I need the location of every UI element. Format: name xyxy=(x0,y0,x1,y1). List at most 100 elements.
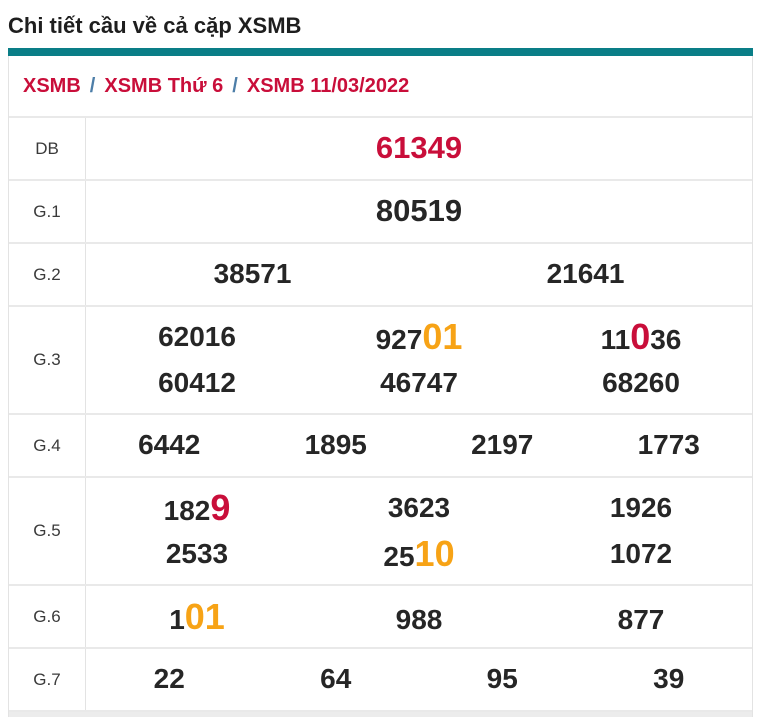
row-label-g3: G.3 xyxy=(9,307,86,413)
row-values-g4: 6442 1895 2197 1773 xyxy=(86,415,752,476)
digits: 1 xyxy=(169,603,185,635)
digits: 39 xyxy=(653,663,685,695)
digits: 21641 xyxy=(546,258,625,290)
digits: 2197 xyxy=(471,429,534,461)
prize-number: 101 xyxy=(86,596,308,637)
digits: 22 xyxy=(153,663,185,695)
prize-number: 1829 xyxy=(86,488,308,528)
breadcrumb-link-2[interactable]: XSMB Thứ 6 xyxy=(104,75,223,98)
digits: 61349 xyxy=(375,130,463,166)
value-line: 80519 xyxy=(86,194,752,228)
next-section-strip xyxy=(9,712,752,717)
value-line: 1829 3623 1926 xyxy=(86,485,752,531)
prize-number: 64 xyxy=(253,663,420,695)
accent-bar xyxy=(8,48,753,56)
row-label-db: DB xyxy=(9,118,86,179)
prize-number: 39 xyxy=(586,663,753,695)
digits: 68260 xyxy=(602,366,680,398)
prize-number: 38571 xyxy=(86,258,419,290)
value-line: 101 988 877 xyxy=(86,596,752,637)
prize-row-g3: G.3 62016 92701 11036 60412 46747 68260 xyxy=(9,307,752,415)
digits: 988 xyxy=(395,603,443,635)
row-values-g5: 1829 3623 1926 2533 2510 1072 xyxy=(86,478,752,584)
prize-number: 61349 xyxy=(86,131,752,165)
prize-number: 1773 xyxy=(586,429,753,461)
digits: 80519 xyxy=(375,193,463,229)
digits: 877 xyxy=(617,603,665,635)
digits: 2533 xyxy=(165,537,229,569)
value-line: 6442 1895 2197 1773 xyxy=(86,429,753,461)
value-line: 60412 46747 68260 xyxy=(86,360,752,406)
row-values-g3: 62016 92701 11036 60412 46747 68260 xyxy=(86,307,752,413)
row-label-g5: G.5 xyxy=(9,478,86,584)
prize-number: 2197 xyxy=(419,429,586,461)
highlighted-digits: 0 xyxy=(630,316,651,358)
prize-number: 21641 xyxy=(419,258,752,290)
row-values-db: 61349 xyxy=(86,118,752,179)
highlighted-digits: 01 xyxy=(422,316,463,358)
prize-number: 3623 xyxy=(308,491,530,524)
digits: 1072 xyxy=(609,537,673,569)
prize-row-g7: G.7 22 64 95 39 xyxy=(9,649,752,712)
value-line: 2533 2510 1072 xyxy=(86,531,752,577)
prize-row-db: DB 61349 xyxy=(9,118,752,181)
row-label-g1: G.1 xyxy=(9,181,86,242)
row-label-g4: G.4 xyxy=(9,415,86,476)
row-values-g6: 101 988 877 xyxy=(86,586,752,647)
prize-number: 1072 xyxy=(530,537,752,570)
prize-number: 95 xyxy=(419,663,586,695)
prize-row-g1: G.1 80519 xyxy=(9,181,752,244)
prize-number: 2533 xyxy=(86,537,308,570)
digits: 25 xyxy=(383,541,415,573)
lottery-results-table: XSMB / XSMB Thứ 6 / XSMB 11/03/2022 DB 61349 G… xyxy=(8,56,753,717)
digits: 182 xyxy=(163,495,211,527)
prize-number: 877 xyxy=(530,603,752,636)
highlighted-digits: 10 xyxy=(414,533,455,575)
row-label-g7: G.7 xyxy=(9,649,86,710)
prize-row-g6: G.6 101 988 877 xyxy=(9,586,752,649)
prize-number: 22 xyxy=(86,663,253,695)
digits: 1895 xyxy=(304,429,367,461)
prize-number: 46747 xyxy=(308,366,530,399)
prize-rows: DB 61349 G.1 80519 G.2 38571 21641 G.3 62016 9270… xyxy=(9,118,752,712)
value-line: 62016 92701 11036 xyxy=(86,314,752,360)
prize-number: 6442 xyxy=(86,429,253,461)
prize-row-g4: G.4 6442 1895 2197 1773 xyxy=(9,415,752,478)
prize-number: 2510 xyxy=(308,534,530,574)
row-values-g1: 80519 xyxy=(86,181,752,242)
prize-number: 68260 xyxy=(530,366,752,399)
row-values-g2: 38571 21641 xyxy=(86,244,752,305)
digits: 1926 xyxy=(609,491,673,523)
prize-number: 92701 xyxy=(308,317,530,357)
digits: 11 xyxy=(600,324,631,356)
page: Chi tiết cầu về cả cặp XSMB XSMB / XSMB Th… xyxy=(0,0,761,717)
breadcrumb-link-3[interactable]: XSMB 11/03/2022 xyxy=(247,75,409,98)
digits: 62016 xyxy=(158,320,236,352)
digits: 46747 xyxy=(380,366,458,398)
prize-row-g5: G.5 1829 3623 1926 2533 2510 1072 xyxy=(9,478,752,586)
digits: 927 xyxy=(375,324,423,356)
prize-number: 60412 xyxy=(86,366,308,399)
breadcrumb-separator: / xyxy=(89,74,96,97)
row-label-g2: G.2 xyxy=(9,244,86,305)
digits: 60412 xyxy=(158,366,236,398)
digits: 6442 xyxy=(138,429,201,461)
digits: 3623 xyxy=(387,491,451,523)
row-label-g6: G.6 xyxy=(9,586,86,647)
breadcrumb-separator: / xyxy=(232,74,238,97)
value-line: 61349 xyxy=(86,131,752,165)
row-values-g7: 22 64 95 39 xyxy=(86,649,752,710)
prize-number: 1895 xyxy=(253,429,420,461)
prize-row-g2: G.2 38571 21641 xyxy=(9,244,752,307)
prize-number: 1926 xyxy=(530,491,752,524)
digits: 95 xyxy=(486,663,518,695)
prize-number: 80519 xyxy=(86,194,752,228)
prize-number: 11036 xyxy=(530,317,752,357)
highlighted-digits: 9 xyxy=(210,487,231,529)
value-line: 38571 21641 xyxy=(86,258,752,290)
prize-number: 988 xyxy=(308,603,530,636)
breadcrumb-link-1[interactable]: XSMB xyxy=(23,75,81,98)
digits: 1773 xyxy=(637,429,700,461)
breadcrumb: XSMB / XSMB Thứ 6 / XSMB 11/03/2022 xyxy=(9,56,752,118)
digits: 38571 xyxy=(213,258,292,290)
